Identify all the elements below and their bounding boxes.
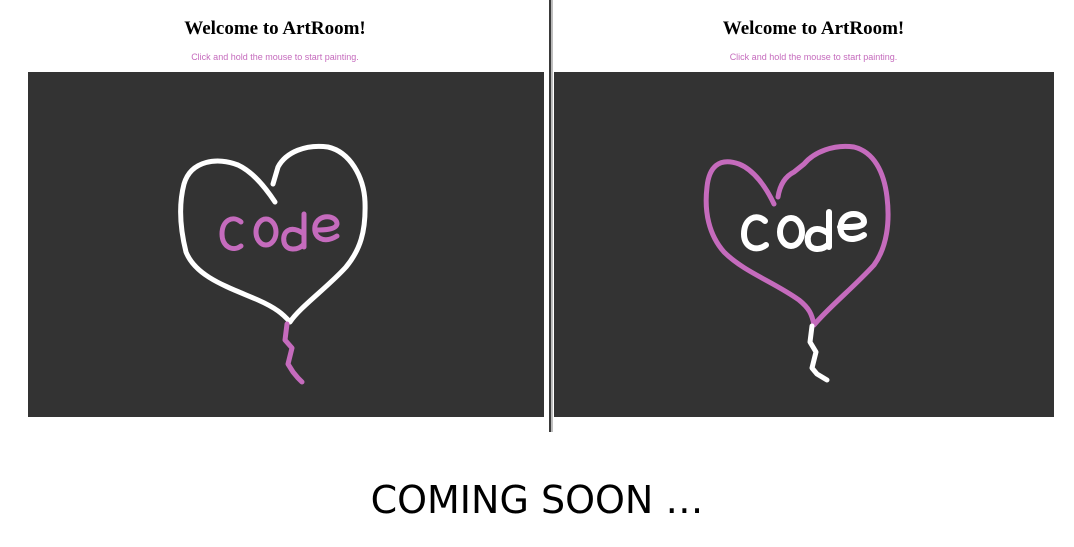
- artroom-window-left: Welcome to ArtRoom! Click and hold the m…: [0, 0, 550, 432]
- paint-canvas[interactable]: [28, 72, 544, 417]
- code-doodle: [741, 209, 867, 252]
- page-title: Welcome to ArtRoom!: [722, 18, 905, 39]
- instructions-text: Click and hold the mouse to start painti…: [729, 52, 898, 62]
- drawing-svg: [703, 143, 891, 383]
- drawing-svg: [178, 143, 368, 385]
- code-doodle: [219, 211, 340, 252]
- instructions-text: Click and hold the mouse to start painti…: [191, 52, 359, 62]
- page-title: Welcome to ArtRoom!: [184, 18, 366, 39]
- balloon-string: [807, 323, 830, 383]
- balloon-string: [282, 321, 305, 385]
- artroom-window-right: Welcome to ArtRoom! Click and hold the m…: [553, 0, 1074, 432]
- coming-soon-caption: COMING SOON …: [370, 478, 704, 522]
- paint-canvas[interactable]: [554, 72, 1054, 417]
